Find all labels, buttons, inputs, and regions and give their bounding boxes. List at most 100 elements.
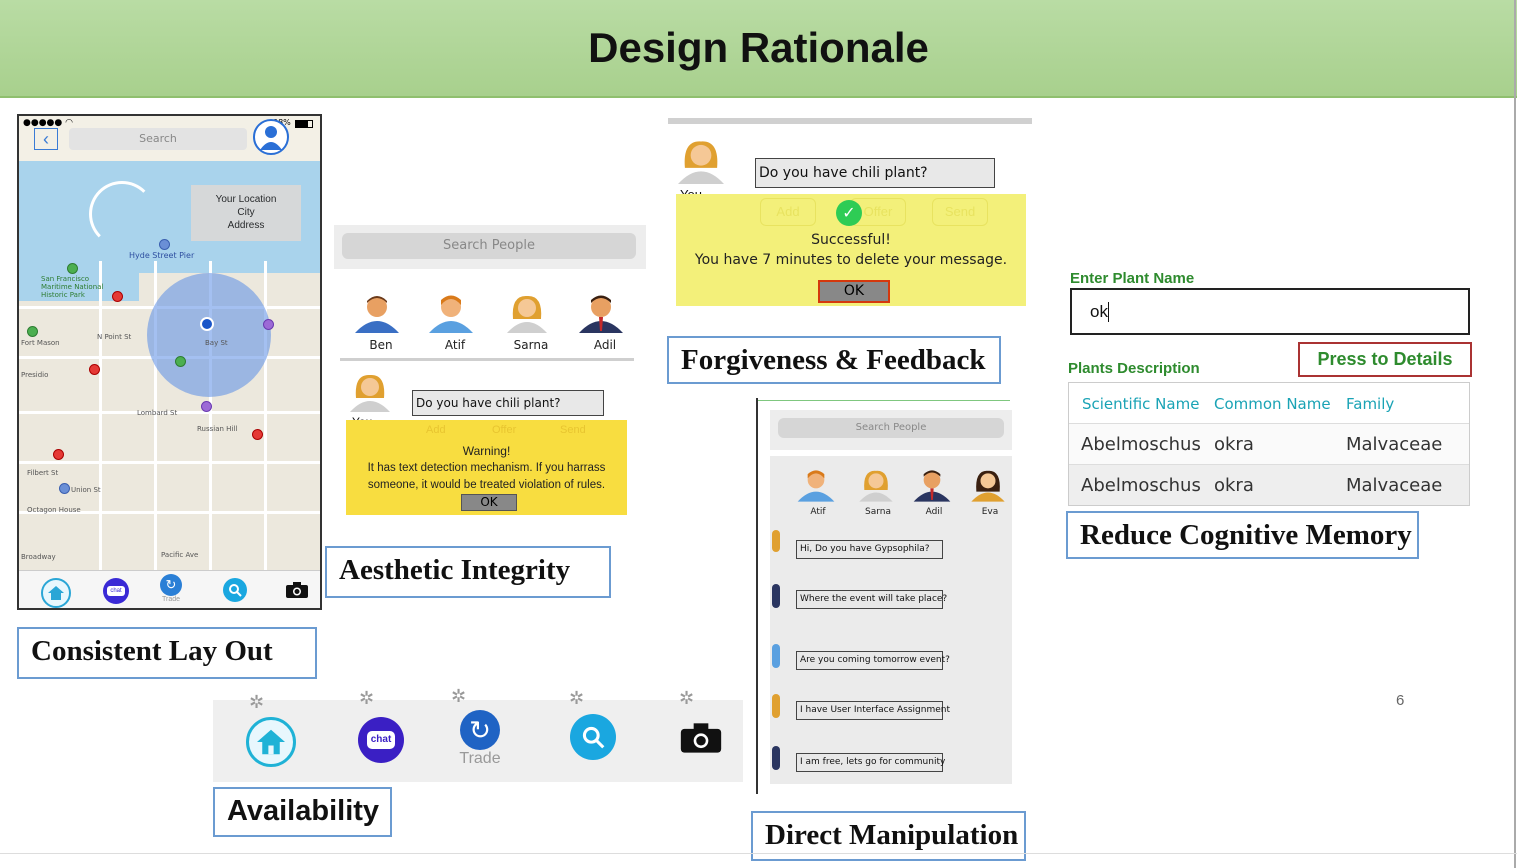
map-label: Filbert St [27, 469, 59, 477]
tooltip-location: Your Location [215, 194, 277, 205]
search-icon[interactable] [570, 714, 616, 760]
park-pin-icon[interactable] [27, 326, 38, 337]
table-cell: Malvaceae [1346, 434, 1443, 455]
home-icon[interactable] [246, 717, 296, 767]
people-row: Ben Atif Sarna Adil [345, 293, 645, 355]
direct-search-input[interactable]: Search People [778, 418, 1004, 438]
success-ok-button[interactable]: OK [818, 280, 890, 303]
location-radius [147, 273, 271, 397]
female-avatar-icon [350, 374, 390, 412]
poi-pin-icon[interactable] [59, 483, 70, 494]
female-avatar-icon [678, 141, 724, 184]
chat-message[interactable]: Are you coming tomorrow event? [796, 651, 950, 670]
search-icon[interactable] [223, 578, 247, 602]
chat-message[interactable]: I am free, lets go for community [796, 753, 945, 772]
availability-tab-bar: ✲ ✲ ✲ ✲ ✲ chat ↻ Trade [213, 686, 743, 782]
divider-vertical [756, 398, 758, 794]
you-avatar: You [666, 138, 738, 197]
table-cell: Abelmoschus [1081, 434, 1201, 455]
gear-icon: ✲ [359, 688, 375, 708]
status-signal: ●●●●● ◠ [23, 118, 73, 128]
camera-icon[interactable] [679, 720, 723, 761]
person-sarna[interactable]: Sarna [856, 468, 900, 517]
park-pin-icon[interactable] [175, 356, 186, 367]
faded-add-button: Add [760, 198, 816, 226]
location-tooltip: Your Location City Address [191, 185, 301, 241]
person-ben[interactable]: Ben [353, 293, 409, 352]
map-view[interactable]: Your Location City Address Hyde Street P… [19, 161, 320, 608]
you-avatar: You [342, 372, 398, 425]
trade-arrows-icon: ↻ [160, 574, 182, 596]
map-label: Bay St [205, 339, 228, 347]
chat-message[interactable]: I have User Interface Assignment [796, 701, 950, 720]
male-avatar-icon [579, 295, 623, 333]
person-atif[interactable]: Atif [796, 468, 840, 517]
map-pin-icon[interactable] [252, 429, 263, 440]
map-label: Russian Hill [197, 425, 238, 433]
trade-arrows-icon: ↻ [460, 710, 500, 750]
person-name: Atif [810, 507, 826, 517]
poi-pin-icon[interactable] [159, 239, 170, 250]
success-dialog: Add Offer Send ✓ Successful! You have 7 … [676, 194, 1026, 306]
poi-pin-icon[interactable] [201, 401, 212, 412]
message-box[interactable]: Do you have chili plant? [755, 158, 995, 188]
divider [756, 392, 1010, 401]
faded-offer-button: Offer [492, 424, 517, 436]
chat-icon-label: chat [107, 586, 125, 596]
person-eva[interactable]: Eva [968, 468, 1012, 517]
poi-pin-icon[interactable] [263, 319, 274, 330]
map-search-input[interactable]: Search [69, 128, 247, 150]
person-atif[interactable]: Atif [427, 293, 483, 352]
table-row[interactable]: Abelmoschus okra Malvaceae [1069, 424, 1469, 465]
avatar-partial [772, 584, 780, 608]
person-sarna[interactable]: Sarna [503, 293, 559, 352]
chat-icon[interactable]: chat [103, 578, 129, 604]
caption-aesthetic-integrity: Aesthetic Integrity [325, 546, 611, 598]
trade-icon[interactable]: ↻ Trade [451, 710, 509, 768]
avatar-partial [772, 530, 780, 552]
male-avatar-icon [797, 470, 835, 502]
map-pin-icon[interactable] [53, 449, 64, 460]
person-name: Sarna [513, 338, 549, 352]
person-name: Sarna [865, 507, 891, 517]
warning-ok-button[interactable]: OK [461, 494, 517, 511]
plants-table: Scientific Name Common Name Family Abelm… [1068, 382, 1470, 506]
column-header: Common Name [1214, 395, 1331, 413]
map-screen: ●●●●● ◠ 98% ‹ Search Your Location City … [17, 114, 322, 610]
park-pin-icon[interactable] [67, 263, 78, 274]
person-name: Ben [369, 338, 393, 352]
female-avatar-icon [859, 470, 893, 502]
chat-icon[interactable]: chat [358, 717, 404, 763]
press-to-details-button[interactable]: Press to Details [1298, 342, 1472, 377]
chat-icon-label: chat [367, 731, 395, 749]
back-icon[interactable]: ‹ [34, 128, 58, 150]
person-adil[interactable]: Adil [912, 468, 956, 517]
caption-forgiveness-feedback: Forgiveness & Feedback [667, 336, 1001, 384]
plant-name-input[interactable]: ok [1070, 288, 1470, 335]
avatar-partial [772, 694, 780, 718]
message-box[interactable]: Do you have chili plant? [412, 390, 604, 416]
caption-consistent-layout: Consistent Lay Out [17, 627, 317, 679]
map-label: Pacific Ave [161, 551, 199, 559]
tooltip-city: City [237, 207, 255, 218]
map-pin-icon[interactable] [112, 291, 123, 302]
trade-label: Trade [459, 750, 501, 767]
divider [340, 358, 634, 361]
home-icon[interactable] [41, 578, 71, 608]
map-label: Union St [71, 486, 101, 494]
table-cell: okra [1214, 434, 1254, 455]
current-location-dot [200, 317, 214, 331]
map-pin-icon[interactable] [89, 364, 100, 375]
gear-icon: ✲ [569, 688, 585, 708]
profile-avatar-icon[interactable] [253, 119, 289, 155]
warning-dialog: Add Offer Send Warning! It has text dete… [346, 420, 627, 515]
person-adil[interactable]: Adil [577, 293, 633, 352]
table-row[interactable]: Abelmoschus okra Malvaceae [1069, 465, 1469, 505]
chat-message[interactable]: Hi, Do you have Gypsophila? [796, 540, 943, 559]
camera-icon[interactable] [285, 581, 309, 604]
success-text: You have 7 minutes to delete your messag… [694, 252, 1008, 268]
chat-message[interactable]: Where the event will take place? [796, 590, 947, 609]
people-search-input[interactable]: Search People [342, 233, 636, 259]
male-avatar-icon [355, 296, 399, 333]
trade-icon[interactable]: ↻ Trade [157, 574, 185, 608]
